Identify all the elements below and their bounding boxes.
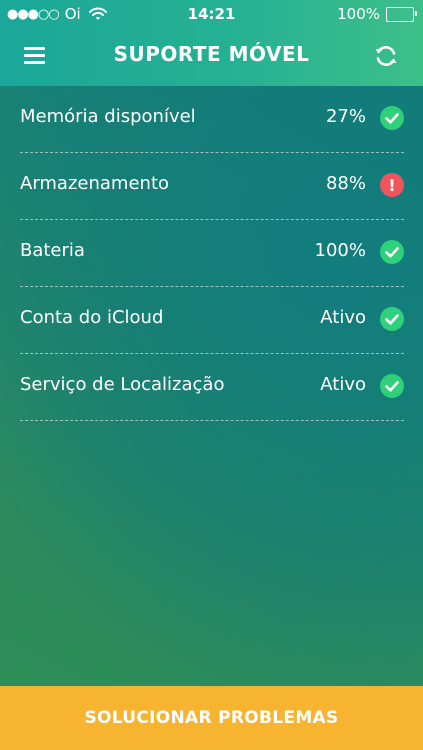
list-item-icloud[interactable]: Conta do iCloud Ativo [20, 287, 404, 354]
item-label: Bateria [20, 240, 85, 261]
check-icon [380, 374, 404, 398]
battery-icon [386, 6, 417, 22]
item-value: 27% [325, 106, 366, 127]
top-bar: ●●●○○ Oi 14:21 100% SUPORTE MÓVEL [0, 0, 423, 86]
page-title: SUPORTE MÓVEL [113, 42, 310, 66]
item-label: Armazenamento [20, 173, 170, 194]
check-icon [380, 307, 404, 331]
status-right: 100% [337, 5, 417, 23]
navigation-bar: SUPORTE MÓVEL [0, 28, 423, 86]
refresh-icon[interactable] [373, 43, 399, 69]
check-icon [380, 240, 404, 264]
item-label: Conta do iCloud [20, 307, 164, 328]
item-value: Ativo [320, 374, 366, 395]
diagnostic-list: Memória disponível 27% Armazenamento 88%… [20, 86, 404, 421]
alert-icon: ! [380, 173, 404, 197]
status-bar: ●●●○○ Oi 14:21 100% [0, 0, 423, 28]
battery-percent: 100% [337, 5, 380, 23]
alert-glyph: ! [388, 176, 395, 195]
list-item-location[interactable]: Serviço de Localização Ativo [20, 354, 404, 421]
item-label: Serviço de Localização [20, 374, 225, 395]
item-value: 100% [314, 240, 366, 261]
list-item-memory[interactable]: Memória disponível 27% [20, 86, 404, 153]
item-value: 88% [325, 173, 366, 194]
check-icon [380, 106, 404, 130]
list-item-storage[interactable]: Armazenamento 88% ! [20, 153, 404, 220]
list-item-battery[interactable]: Bateria 100% [20, 220, 404, 287]
item-label: Memória disponível [20, 106, 196, 127]
troubleshoot-button[interactable]: SOLUCIONAR PROBLEMAS [0, 686, 423, 750]
item-value: Ativo [320, 307, 366, 328]
